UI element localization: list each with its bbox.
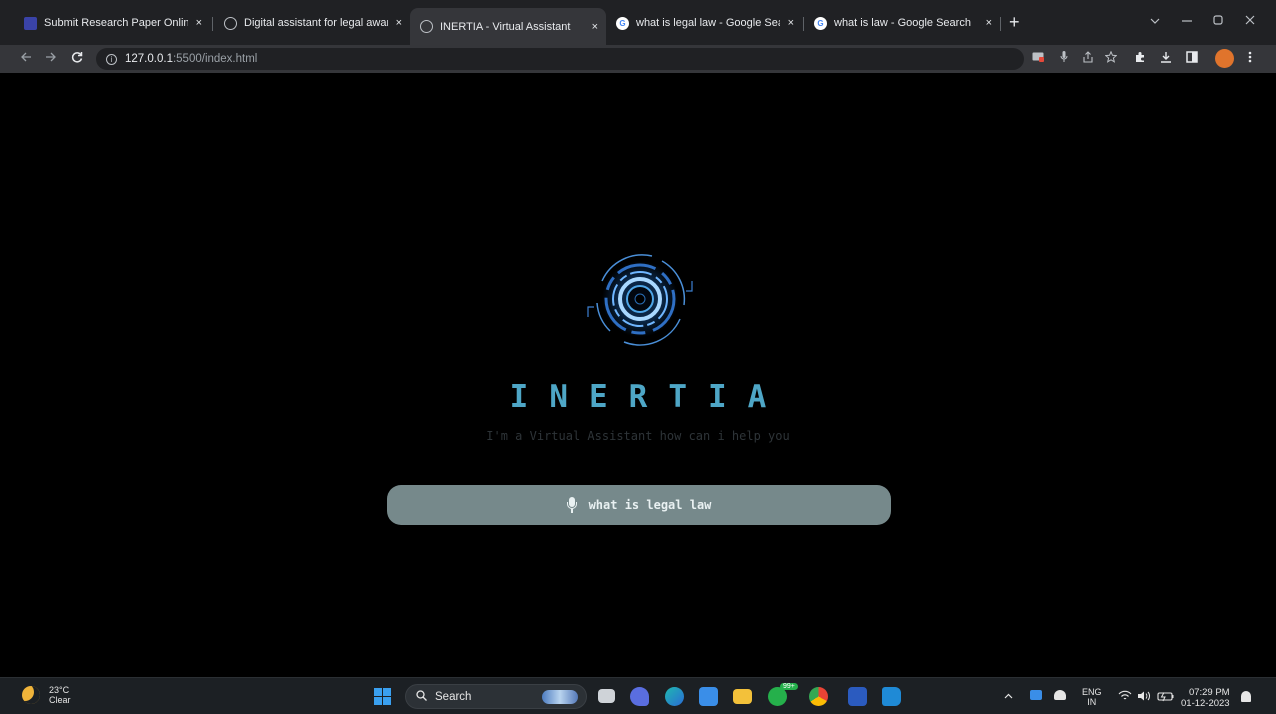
tray-app-icon[interactable] — [1030, 690, 1042, 700]
microphone-icon[interactable] — [1058, 51, 1070, 65]
file-explorer-icon[interactable] — [733, 689, 752, 704]
tab-title: what is law - Google Search — [834, 17, 971, 29]
globe-icon — [420, 20, 433, 33]
assistant-page: INERTIA I'm a Virtual Assistant how can … — [0, 73, 1276, 677]
google-icon: G — [814, 16, 827, 30]
edge-browser-icon[interactable] — [665, 687, 684, 706]
tab-search-chevron-icon[interactable] — [1150, 14, 1160, 28]
maximize-icon[interactable] — [1213, 14, 1223, 28]
tab-separator — [212, 17, 213, 31]
tab-submit-research-paper[interactable]: Submit Research Paper Online - × — [14, 8, 210, 38]
windows-start-icon[interactable] — [374, 688, 391, 705]
input-language[interactable]: ENG IN — [1082, 687, 1102, 707]
forward-icon[interactable] — [45, 50, 57, 66]
recognized-query-text: what is legal law — [588, 498, 712, 512]
voice-input-button[interactable]: what is legal law — [387, 485, 891, 525]
globe-icon — [224, 16, 237, 30]
app-title: INERTIA — [509, 379, 788, 415]
tab-separator — [1000, 17, 1001, 31]
download-icon[interactable] — [1160, 51, 1172, 65]
chrome-icon[interactable] — [809, 687, 828, 706]
google-icon: G — [616, 16, 629, 30]
minimize-icon[interactable] — [1182, 14, 1192, 28]
system-clock[interactable]: 07:29 PM 01-12-2023 — [1181, 687, 1230, 709]
search-highlight-icon — [542, 689, 578, 704]
tab-google-legal-law[interactable]: G what is legal law - Google Searc × — [606, 8, 802, 38]
region-code: IN — [1087, 697, 1097, 707]
tab-title: Submit Research Paper Online - — [44, 17, 188, 29]
tab-title: what is legal law - Google Searc — [636, 17, 780, 29]
language-code: ENG — [1082, 687, 1102, 697]
clock-date: 01-12-2023 — [1181, 698, 1230, 709]
assistant-tagline: I'm a Virtual Assistant how can i help y… — [486, 429, 790, 443]
url-host: 127.0.0.1 — [125, 53, 173, 65]
tab-title: INERTIA - Virtual Assistant — [440, 20, 571, 33]
url-path: :5500/index.html — [172, 53, 258, 65]
weather-widget[interactable]: 23°C Clear — [22, 685, 71, 705]
task-view-icon[interactable] — [598, 689, 615, 703]
close-icon[interactable]: × — [788, 17, 794, 29]
search-icon — [416, 689, 427, 704]
notification-badge: 99+ — [780, 683, 798, 690]
tab-title: Digital assistant for legal awaren — [244, 17, 388, 29]
vscode-icon[interactable] — [882, 687, 901, 706]
close-icon[interactable]: × — [592, 21, 598, 33]
show-hidden-icons-icon[interactable] — [1004, 691, 1013, 701]
profile-avatar[interactable] — [1215, 49, 1234, 68]
tab-inertia-active[interactable]: INERTIA - Virtual Assistant × — [410, 8, 606, 45]
weather-temperature: 23°C — [49, 685, 70, 695]
close-icon[interactable]: × — [986, 17, 992, 29]
window-close-icon[interactable] — [1245, 14, 1255, 28]
taskbar-search[interactable]: Search — [405, 684, 587, 709]
clock-time: 07:29 PM — [1188, 687, 1230, 698]
site-info-icon[interactable]: i — [106, 53, 117, 65]
search-label: Search — [435, 690, 472, 703]
weather-description: Clear — [49, 695, 71, 705]
address-bar[interactable]: i 127.0.0.1:5500/index.html — [96, 48, 1024, 70]
word-icon[interactable] — [848, 687, 867, 706]
teams-chat-icon[interactable] — [630, 687, 649, 706]
store-icon[interactable] — [699, 687, 718, 706]
tab-digital-assistant[interactable]: Digital assistant for legal awaren × — [214, 8, 410, 38]
hud-eye-logo-icon — [580, 245, 700, 357]
screen: Submit Research Paper Online - × Digital… — [0, 0, 1276, 714]
bookmark-star-icon[interactable] — [1104, 50, 1118, 65]
onedrive-cloud-icon[interactable] — [1054, 690, 1066, 700]
network-volume-battery-group[interactable] — [1118, 690, 1178, 705]
back-icon[interactable] — [20, 50, 32, 66]
tab-google-law[interactable]: G what is law - Google Search × — [804, 8, 1000, 38]
side-panel-icon[interactable] — [1186, 51, 1198, 65]
microphone-icon — [566, 497, 577, 513]
new-tab-button[interactable]: + — [1009, 12, 1020, 32]
share-icon[interactable] — [1082, 51, 1094, 65]
windows-taskbar: 23°C Clear Search 99+ ENG IN 07:29 PM 01… — [0, 677, 1276, 714]
cast-icon[interactable] — [1032, 51, 1044, 65]
notification-bell-icon[interactable] — [1241, 691, 1251, 702]
moon-icon — [22, 686, 40, 704]
reload-icon[interactable] — [71, 50, 83, 66]
paper-icon — [24, 16, 37, 30]
menu-kebab-icon[interactable] — [1244, 51, 1256, 65]
browser-toolbar: i 127.0.0.1:5500/index.html — [0, 45, 1276, 73]
extensions-icon[interactable] — [1134, 51, 1146, 65]
browser-tab-strip: Submit Research Paper Online - × Digital… — [0, 0, 1276, 45]
close-icon[interactable]: × — [396, 17, 402, 29]
close-icon[interactable]: × — [196, 17, 202, 29]
